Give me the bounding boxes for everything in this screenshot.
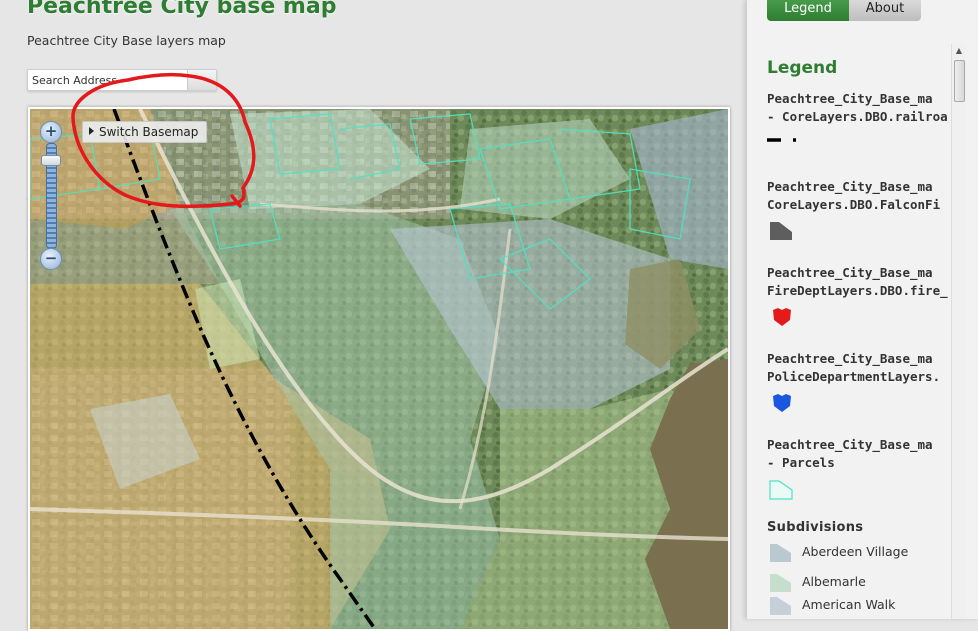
legend-scrollbar[interactable]: ▲: [951, 44, 966, 619]
subdivision-swatch-icon: [770, 574, 791, 592]
search-button[interactable]: [187, 70, 216, 90]
blue-shield-icon: [773, 394, 791, 412]
legend-layer-railroad: Peachtree_City_Base_ma - CoreLayers.DBO.…: [767, 90, 951, 152]
subdivision-label: Albemarle: [802, 574, 866, 589]
legend-panel: Legend About Legend Peachtree_City_Base_…: [746, 0, 978, 619]
zoom-out-button[interactable]: −: [40, 248, 62, 270]
page-subtitle: Peachtree City Base layers map: [27, 33, 226, 48]
legend-layer-title: Peachtree_City_Base_ma FireDeptLayers.DB…: [767, 265, 948, 298]
scroll-up-arrow-icon[interactable]: ▲: [952, 44, 966, 58]
red-shield-icon: [773, 308, 791, 326]
zoom-handle[interactable]: [41, 155, 61, 166]
tab-about[interactable]: About: [849, 0, 921, 21]
switch-basemap-button[interactable]: Switch Basemap: [82, 121, 208, 143]
map-basemap-imagery: [30, 109, 728, 629]
subdivision-label: Aberdeen Village: [802, 544, 909, 559]
subdivisions-heading: Subdivisions: [767, 520, 864, 535]
legend-list: Peachtree_City_Base_ma - CoreLayers.DBO.…: [767, 90, 951, 619]
subdivision-swatch-icon: [770, 597, 791, 615]
legend-heading: Legend: [767, 58, 838, 78]
legend-layer-title: Peachtree_City_Base_ma CoreLayers.DBO.Fa…: [767, 179, 941, 212]
zoom-slider: + −: [40, 121, 62, 271]
expand-triangle-icon: [89, 127, 94, 135]
legend-layer-title: Peachtree_City_Base_ma PoliceDepartmentL…: [767, 351, 941, 384]
scroll-thumb[interactable]: [954, 60, 965, 102]
search-box: [27, 69, 217, 91]
legend-subdivision-item: American Walk: [767, 595, 951, 617]
railroad-line-icon: [767, 138, 796, 142]
legend-subdivision-item: Aberdeen Village: [767, 542, 951, 564]
parcel-outline-icon: [769, 480, 793, 500]
map-view[interactable]: + − Switch Basemap: [28, 107, 730, 631]
page-title: Peachtree City base map: [27, 0, 337, 19]
legend-layer-fire: Peachtree_City_Base_ma FireDeptLayers.DB…: [767, 264, 951, 332]
search-address-input[interactable]: [30, 72, 189, 88]
panel-tabs: Legend About: [767, 0, 921, 21]
legend-layer-title: Peachtree_City_Base_ma - CoreLayers.DBO.…: [767, 91, 948, 124]
tab-legend[interactable]: Legend: [767, 0, 849, 21]
legend-layer-falconfield: Peachtree_City_Base_ma CoreLayers.DBO.Fa…: [767, 178, 951, 246]
subdivision-label: American Walk: [802, 597, 896, 612]
grey-polygon-icon: [770, 222, 792, 240]
legend-layer-parcels: Peachtree_City_Base_ma - Parcels: [767, 436, 951, 506]
zoom-in-button[interactable]: +: [40, 121, 62, 143]
switch-basemap-label: Switch Basemap: [99, 125, 199, 139]
legend-subdivision-item: Albemarle: [767, 572, 951, 594]
subdivision-swatch-icon: [770, 544, 791, 562]
legend-layer-title: Peachtree_City_Base_ma - Parcels: [767, 437, 933, 470]
legend-layer-police: Peachtree_City_Base_ma PoliceDepartmentL…: [767, 350, 951, 418]
